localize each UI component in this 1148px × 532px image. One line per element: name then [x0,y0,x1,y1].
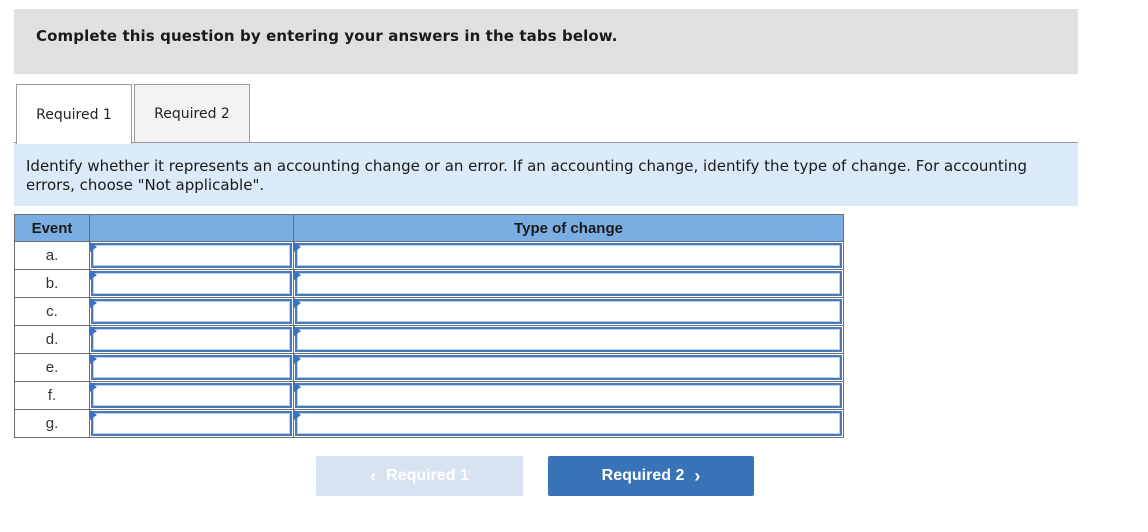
instructions-banner: Complete this question by entering your … [14,9,1078,74]
table-row: e. [14,353,844,382]
event-label: b. [14,269,90,298]
dropdown-marker-icon [294,270,301,280]
dropdown-marker-icon [90,242,97,252]
type-of-change-dropdown[interactable] [295,243,842,268]
dropdown-marker-icon [294,242,301,252]
dropdown-marker-icon [294,410,301,420]
header-type-of-change: Type of change [293,214,844,242]
chevron-left-icon: ‹ [370,465,377,486]
classification-dropdown-cell [89,297,294,326]
classification-dropdown[interactable] [91,355,292,380]
type-of-change-dropdown-cell [293,241,844,270]
classification-dropdown[interactable] [91,243,292,268]
prev-button-label: Required 1 [386,467,469,484]
classification-dropdown-cell [89,381,294,410]
type-of-change-dropdown[interactable] [295,411,842,436]
header-classification [89,214,294,242]
type-of-change-dropdown-cell [293,297,844,326]
dropdown-marker-icon [294,354,301,364]
type-of-change-dropdown-cell [293,409,844,438]
classification-dropdown[interactable] [91,299,292,324]
event-label: a. [14,241,90,270]
event-label: d. [14,325,90,354]
classification-dropdown-cell [89,409,294,438]
tab-required-1[interactable]: Required 1 [16,84,132,144]
type-of-change-dropdown-cell [293,325,844,354]
event-label: f. [14,381,90,410]
type-of-change-dropdown[interactable] [295,383,842,408]
tab-required-2[interactable]: Required 2 [134,84,250,142]
banner-text: Complete this question by entering your … [36,27,618,45]
classification-dropdown-cell [89,325,294,354]
dropdown-marker-icon [294,298,301,308]
type-of-change-dropdown[interactable] [295,355,842,380]
table-row: f. [14,381,844,410]
prev-required-1-button[interactable]: ‹ Required 1 [316,456,523,496]
classification-dropdown-cell [89,241,294,270]
dropdown-marker-icon [90,270,97,280]
chevron-right-icon: › [694,465,701,486]
classification-dropdown-cell [89,353,294,382]
table-header-row: Event Type of change [14,214,844,242]
event-label: e. [14,353,90,382]
classification-dropdown-cell [89,269,294,298]
table-row: c. [14,297,844,326]
dropdown-marker-icon [90,326,97,336]
next-button-label: Required 2 [601,467,685,484]
table-row: g. [14,409,844,438]
dropdown-marker-icon [90,354,97,364]
dropdown-marker-icon [294,382,301,392]
type-of-change-dropdown[interactable] [295,271,842,296]
table-row: a. [14,241,844,270]
type-of-change-dropdown[interactable] [295,327,842,352]
table-row: b. [14,269,844,298]
question-instructions: Identify whether it represents an accoun… [14,143,1078,206]
event-label: c. [14,297,90,326]
dropdown-marker-icon [90,382,97,392]
header-event: Event [14,214,90,242]
event-label: g. [14,409,90,438]
dropdown-marker-icon [90,410,97,420]
type-of-change-dropdown-cell [293,353,844,382]
table-row: d. [14,325,844,354]
answer-table: Event Type of change a. b. c. d. e. f. g. [14,214,844,438]
next-required-2-button[interactable]: Required 2 › [548,456,754,496]
type-of-change-dropdown-cell [293,381,844,410]
type-of-change-dropdown[interactable] [295,299,842,324]
dropdown-marker-icon [90,298,97,308]
type-of-change-dropdown-cell [293,269,844,298]
classification-dropdown[interactable] [91,271,292,296]
instructions-text: Identify whether it represents an accoun… [26,157,1027,194]
classification-dropdown[interactable] [91,411,292,436]
classification-dropdown[interactable] [91,383,292,408]
dropdown-marker-icon [294,326,301,336]
classification-dropdown[interactable] [91,327,292,352]
